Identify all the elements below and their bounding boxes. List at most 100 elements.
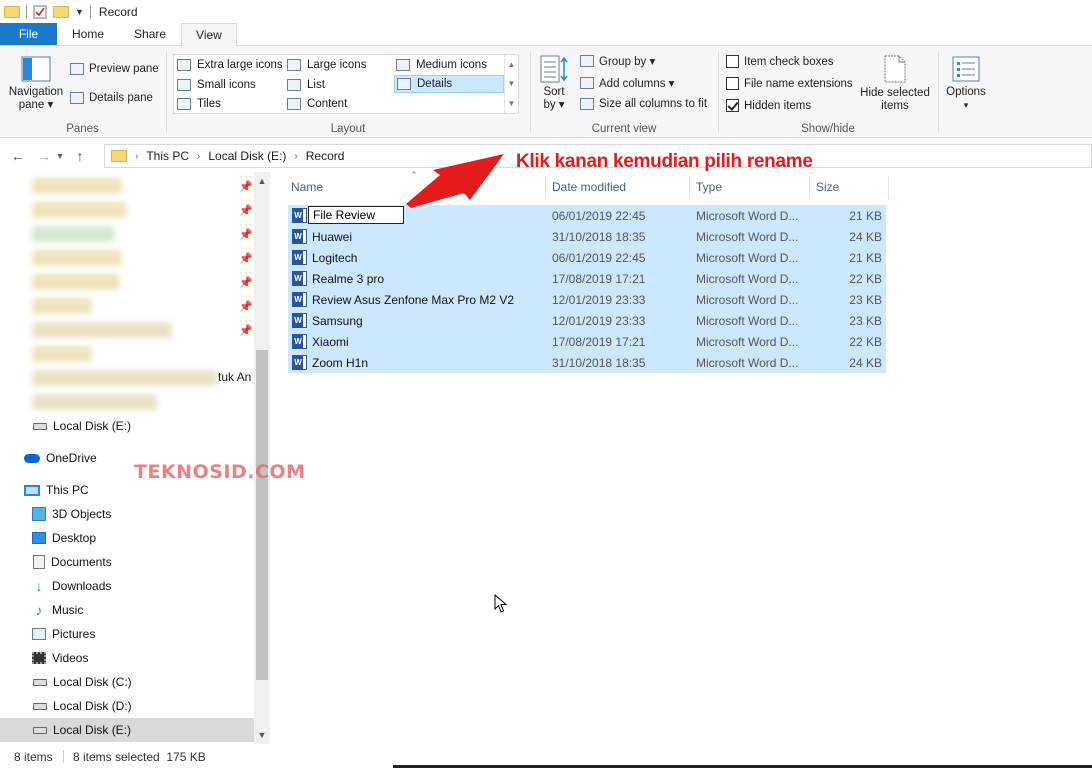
preview-pane-button[interactable]: Preview pane [70, 63, 159, 75]
breadcrumb-separator-icon[interactable]: › [294, 151, 297, 162]
layout-medium-icons[interactable]: Medium icons [396, 56, 487, 74]
nav-item-desktop[interactable]: Desktop [0, 526, 254, 550]
file-row[interactable]: Realme 3 pro 17/08/2019 17:21 Microsoft … [288, 268, 886, 289]
blurred-quick-access-item[interactable] [32, 370, 217, 386]
breadcrumb-record[interactable]: Record [306, 149, 345, 163]
nav-item-documents[interactable]: Documents [0, 550, 254, 574]
blurred-quick-access-item[interactable] [32, 250, 122, 266]
sort-by-button[interactable]: Sort by ▾ [537, 54, 571, 112]
options-icon [952, 56, 980, 82]
nav-item-videos[interactable]: Videos [0, 646, 254, 670]
group-by-button[interactable]: Group by ▾ [580, 54, 655, 68]
scroll-up-icon[interactable]: ▲ [254, 176, 270, 186]
column-header-date-modified[interactable]: Date modified [548, 176, 688, 198]
navigation-pane-button[interactable]: Navigation pane ▾ [6, 56, 66, 112]
file-date: 12/01/2019 23:33 [552, 313, 646, 328]
hide-selected-items-button[interactable]: Hide selected items [857, 54, 933, 113]
column-header-type[interactable]: Type [692, 176, 810, 198]
pin-icon[interactable]: 📌 [239, 228, 253, 241]
nav-item-local-disk-e[interactable]: Local Disk (E:) [0, 718, 254, 742]
tab-file[interactable]: File [0, 23, 57, 45]
up-arrow-icon[interactable]: ↑ [70, 148, 90, 164]
options-button[interactable]: Options ▾ [942, 56, 990, 112]
word-document-icon [292, 334, 307, 349]
forward-arrow-icon[interactable]: → [34, 148, 54, 164]
list-icon [287, 79, 301, 91]
blurred-quick-access-item[interactable] [32, 298, 92, 314]
new-folder-icon[interactable] [53, 5, 69, 18]
customize-toolbar-caret-icon[interactable]: ▼ [75, 7, 84, 17]
tab-share[interactable]: Share [119, 23, 181, 45]
file-row[interactable]: Logitech 06/01/2019 22:45 Microsoft Word… [288, 247, 886, 268]
sort-by-label-2: by ▾ [543, 99, 565, 111]
navigation-pane-scrollbar[interactable]: ▲ ▼ [254, 172, 270, 744]
blurred-quick-access-item[interactable] [32, 346, 92, 362]
layout-content[interactable]: Content [287, 95, 347, 113]
item-check-boxes-checkbox[interactable] [726, 55, 739, 68]
pictures-icon [32, 628, 46, 640]
layout-large-icons[interactable]: Large icons [287, 56, 366, 74]
pin-icon[interactable]: 📌 [239, 300, 253, 313]
gallery-more-icon[interactable]: ▼ [508, 99, 516, 108]
blurred-quick-access-item[interactable] [32, 202, 127, 218]
nav-item-local-disk-c[interactable]: Local Disk (C:) [0, 670, 254, 694]
pin-icon[interactable]: 📌 [239, 276, 253, 289]
properties-icon[interactable] [33, 5, 47, 19]
nav-item-pictures[interactable]: Pictures [0, 622, 254, 646]
blurred-quick-access-item[interactable] [32, 178, 122, 194]
blurred-quick-access-item[interactable] [32, 274, 120, 290]
tab-view[interactable]: View [181, 23, 237, 46]
file-name-extensions-toggle[interactable]: File name extensions [726, 77, 853, 90]
3d-objects-icon [32, 507, 46, 521]
scroll-down-icon[interactable]: ▼ [254, 730, 270, 740]
nav-item-3d-objects[interactable]: 3D Objects [0, 502, 254, 526]
hidden-items-toggle[interactable]: Hidden items [726, 99, 811, 112]
back-arrow-icon[interactable]: ← [8, 148, 28, 164]
file-date: 06/01/2019 22:45 [552, 250, 646, 265]
rename-input[interactable] [308, 206, 404, 224]
file-row[interactable]: Xiaomi 17/08/2019 17:21 Microsoft Word D… [288, 331, 886, 352]
column-header-size[interactable]: Size [812, 176, 888, 198]
layout-gallery-scroll[interactable]: ▲ ▼ ▼ [504, 55, 518, 113]
gallery-up-icon[interactable]: ▲ [508, 60, 516, 69]
breadcrumb-this-pc[interactable]: This PC [146, 149, 189, 163]
layout-tiles[interactable]: Tiles [177, 95, 221, 113]
pin-icon[interactable]: 📌 [239, 324, 253, 337]
blurred-quick-access-item[interactable] [32, 322, 172, 338]
layout-details[interactable]: Details [394, 75, 504, 93]
scrollbar-thumb[interactable] [256, 350, 268, 680]
file-row[interactable]: Review Asus Zenfone Max Pro M2 V2 12/01/… [288, 289, 886, 310]
nav-item-music[interactable]: ♪ Music [0, 598, 254, 622]
layout-extra-large-icons[interactable]: Extra large icons [177, 56, 283, 74]
file-name-extensions-checkbox[interactable] [726, 77, 739, 90]
file-row[interactable]: 06/01/2019 22:45 Microsoft Word D... 21 … [288, 205, 886, 226]
nav-item-local-disk-e-quick[interactable]: Local Disk (E:) [0, 414, 254, 438]
file-row[interactable]: Huawei 31/10/2018 18:35 Microsoft Word D… [288, 226, 886, 247]
details-pane-button[interactable]: Details pane [70, 92, 153, 104]
blurred-quick-access-item[interactable] [32, 394, 157, 410]
hidden-items-checkbox[interactable] [726, 99, 739, 112]
pin-icon[interactable]: 📌 [239, 180, 253, 193]
gallery-down-icon[interactable]: ▼ [508, 79, 516, 88]
file-row[interactable]: Samsung 12/01/2019 23:33 Microsoft Word … [288, 310, 886, 331]
recent-locations-caret-icon[interactable]: ▼ [54, 151, 66, 161]
pin-icon[interactable]: 📌 [239, 252, 253, 265]
blurred-quick-access-item[interactable] [32, 226, 114, 242]
nav-item-downloads[interactable]: ↓ Downloads [0, 574, 254, 598]
pin-icon[interactable]: 📌 [239, 204, 253, 217]
breadcrumb-separator-icon[interactable]: › [135, 151, 138, 162]
tab-home[interactable]: Home [57, 23, 119, 45]
item-check-boxes-toggle[interactable]: Item check boxes [726, 55, 833, 68]
file-row[interactable]: Zoom H1n 31/10/2018 18:35 Microsoft Word… [288, 352, 886, 373]
nav-item-local-disk-d[interactable]: Local Disk (D:) [0, 694, 254, 718]
file-date: 31/10/2018 18:35 [552, 355, 646, 370]
add-columns-button[interactable]: Add columns ▾ [580, 76, 674, 90]
breadcrumb-local-disk-e[interactable]: Local Disk (E:) [208, 149, 286, 163]
layout-small-icons[interactable]: Small icons [177, 76, 256, 94]
size-columns-icon [580, 98, 594, 110]
options-caret-icon: ▾ [963, 100, 969, 110]
extra-large-icons-icon [177, 59, 191, 71]
size-all-columns-button[interactable]: Size all columns to fit [580, 98, 707, 110]
layout-list[interactable]: List [287, 76, 325, 94]
breadcrumb-separator-icon[interactable]: › [197, 151, 200, 162]
